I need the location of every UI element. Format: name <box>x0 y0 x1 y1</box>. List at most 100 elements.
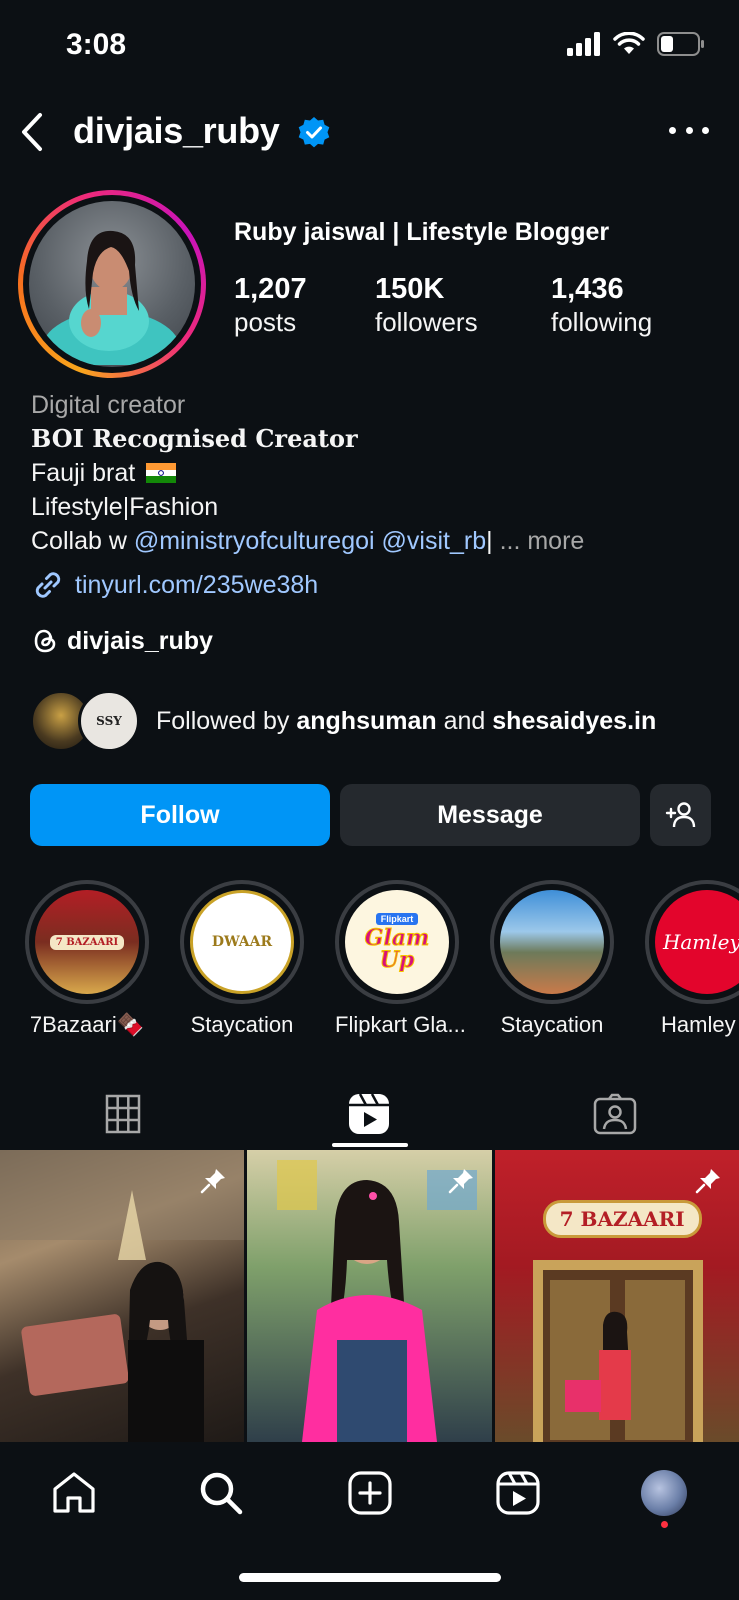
avatar-illustration <box>41 230 181 367</box>
bio-category: Digital creator <box>31 391 186 419</box>
highlight-hamleys[interactable]: Hamleys Hamley <box>645 880 739 1038</box>
create-post-icon <box>348 1471 392 1515</box>
tab-tagged[interactable] <box>492 1080 738 1148</box>
link-icon <box>35 572 61 598</box>
stat-posts[interactable]: 1,207 posts <box>234 272 375 338</box>
profile-actions: Follow Message <box>30 784 711 846</box>
home-icon <box>53 1472 95 1513</box>
verified-badge-icon <box>298 117 330 148</box>
followed-by-joiner: and <box>436 706 493 735</box>
highlight-staycation-2[interactable]: Staycation <box>490 880 614 1038</box>
status-bar: 3:08 <box>0 0 739 95</box>
nav-create[interactable] <box>344 1467 396 1519</box>
stat-followers-value: 150K <box>375 273 445 305</box>
reel-thumbnail[interactable] <box>247 1150 492 1442</box>
stat-following-value: 1,436 <box>551 273 624 305</box>
message-button[interactable]: Message <box>340 784 640 846</box>
reels-icon <box>349 1093 389 1134</box>
india-flag-icon <box>146 463 177 483</box>
back-button[interactable] <box>14 110 50 154</box>
highlight-label: Staycation <box>190 1012 294 1037</box>
tab-reels[interactable] <box>246 1080 492 1148</box>
bio-line-lifestyle: Lifestyle|Fashion <box>31 493 219 521</box>
pin-icon <box>695 1169 720 1194</box>
nav-profile[interactable] <box>638 1467 690 1519</box>
bio-mention-ministry[interactable]: @ministryofculturegoi <box>134 527 375 555</box>
status-time: 3:08 <box>66 28 127 61</box>
battery-icon <box>657 32 704 56</box>
highlight-label: Flipkart Gla... <box>335 1012 466 1037</box>
profile-full-name: Ruby jaiswal | Lifestyle Blogger <box>234 218 610 246</box>
profile-avatar <box>29 201 195 367</box>
highlight-hamleys-logo: Hamleys <box>662 930 739 954</box>
search-icon <box>200 1472 243 1515</box>
stat-posts-label: posts <box>234 307 297 337</box>
follow-button[interactable]: Follow <box>30 784 330 846</box>
nav-profile-avatar <box>641 1470 687 1516</box>
bio-collab-prefix: Collab w <box>31 527 134 555</box>
highlight-glam-up-logo: Glam Up <box>364 925 430 973</box>
tab-posts-grid[interactable] <box>0 1080 246 1148</box>
stat-followers-label: followers <box>375 307 478 337</box>
stat-followers[interactable]: 150K followers <box>375 272 551 338</box>
profile-content-tabs <box>0 1080 739 1150</box>
highlight-flipkart-tag: Flipkart <box>375 913 419 925</box>
nav-home[interactable] <box>48 1467 100 1519</box>
highlight-flipkart-glam[interactable]: Flipkart Glam Up Flipkart Gla... <box>335 880 466 1038</box>
highlight-7bazaari-sign: 7 BAZAARI <box>49 934 125 950</box>
reel-thumbnail[interactable]: 7 BAZAARI <box>494 1150 739 1442</box>
profile-username: divjais_ruby <box>73 110 280 151</box>
tagged-person-icon <box>593 1093 637 1135</box>
bio-line-recognised: BOI Recognised Creator <box>31 424 358 453</box>
home-indicator <box>239 1573 501 1582</box>
nav-reels[interactable] <box>492 1467 544 1519</box>
dot-icon <box>685 126 693 134</box>
stat-posts-value: 1,207 <box>234 273 307 305</box>
highlight-staycation-1[interactable]: DWAAR Staycation <box>180 880 304 1038</box>
dot-icon <box>669 126 676 134</box>
cellular-signal-icon <box>567 32 600 56</box>
profile-notification-dot <box>661 1521 668 1528</box>
highlight-7bazaari[interactable]: 7 BAZAARI 7Bazaari🍫 <box>25 880 149 1038</box>
followed-by-prefix: Followed by <box>156 706 297 735</box>
profile-avatar-story-ring[interactable] <box>18 190 206 378</box>
followed-by-row[interactable]: SSY Followed by anghsuman and shesaidyes… <box>30 690 656 752</box>
pin-icon <box>448 1169 473 1194</box>
mutual-followers-avatars: SSY <box>30 690 140 752</box>
bio-mention-visit-rb[interactable]: @visit_rb <box>382 527 487 555</box>
highlight-label: 7Bazaari🍫 <box>29 1012 145 1037</box>
stat-following-label: following <box>551 307 653 337</box>
reel-7bazaari-sign: 7 BAZAARI <box>542 1200 702 1238</box>
profile-bio: Digital creator BOI Recognised Creator F… <box>31 388 721 558</box>
suggested-users-button[interactable] <box>650 784 711 846</box>
followed-by-user2: shesaidyes.in <box>492 706 657 735</box>
chevron-left-icon <box>22 113 42 151</box>
bio-collab-suffix: | <box>486 527 493 555</box>
active-tab-indicator <box>332 1143 408 1147</box>
profile-stats: 1,207 posts 150K followers 1,436 followi… <box>234 272 691 338</box>
stat-following[interactable]: 1,436 following <box>551 272 691 338</box>
profile-link[interactable]: tinyurl.com/235we38h <box>75 571 318 600</box>
threads-badge[interactable]: divjais_ruby <box>31 626 213 656</box>
threads-icon <box>34 629 56 653</box>
reel-thumbnail[interactable] <box>0 1150 245 1442</box>
wifi-icon <box>613 32 645 54</box>
reels-icon <box>496 1471 540 1515</box>
followed-by-text: Followed by anghsuman and shesaidyes.in <box>156 707 656 736</box>
highlight-dwaar-logo: DWAAR <box>211 934 273 950</box>
nav-search[interactable] <box>195 1467 247 1519</box>
story-highlights: 7 BAZAARI 7Bazaari🍫 DWAAR Staycation Fli… <box>0 880 739 1040</box>
dot-icon <box>702 126 709 134</box>
reels-grid: 7 BAZAARI <box>0 1150 739 1442</box>
profile-link-row[interactable]: tinyurl.com/235we38h <box>31 568 318 602</box>
followed-by-user1: anghsuman <box>296 706 437 735</box>
status-icons <box>567 32 705 56</box>
more-options-button[interactable] <box>669 118 709 142</box>
pin-icon <box>201 1169 226 1194</box>
bio-line-fauji: Fauji brat <box>31 456 721 490</box>
bio-line-fauji-text: Fauji brat <box>31 459 136 487</box>
bio-line-collab: Collab w @ministryofculturegoi @visit_rb… <box>31 524 721 558</box>
bio-more-link[interactable]: ... more <box>500 527 585 555</box>
highlight-label: Hamley <box>661 1012 736 1037</box>
grid-icon <box>105 1094 141 1134</box>
